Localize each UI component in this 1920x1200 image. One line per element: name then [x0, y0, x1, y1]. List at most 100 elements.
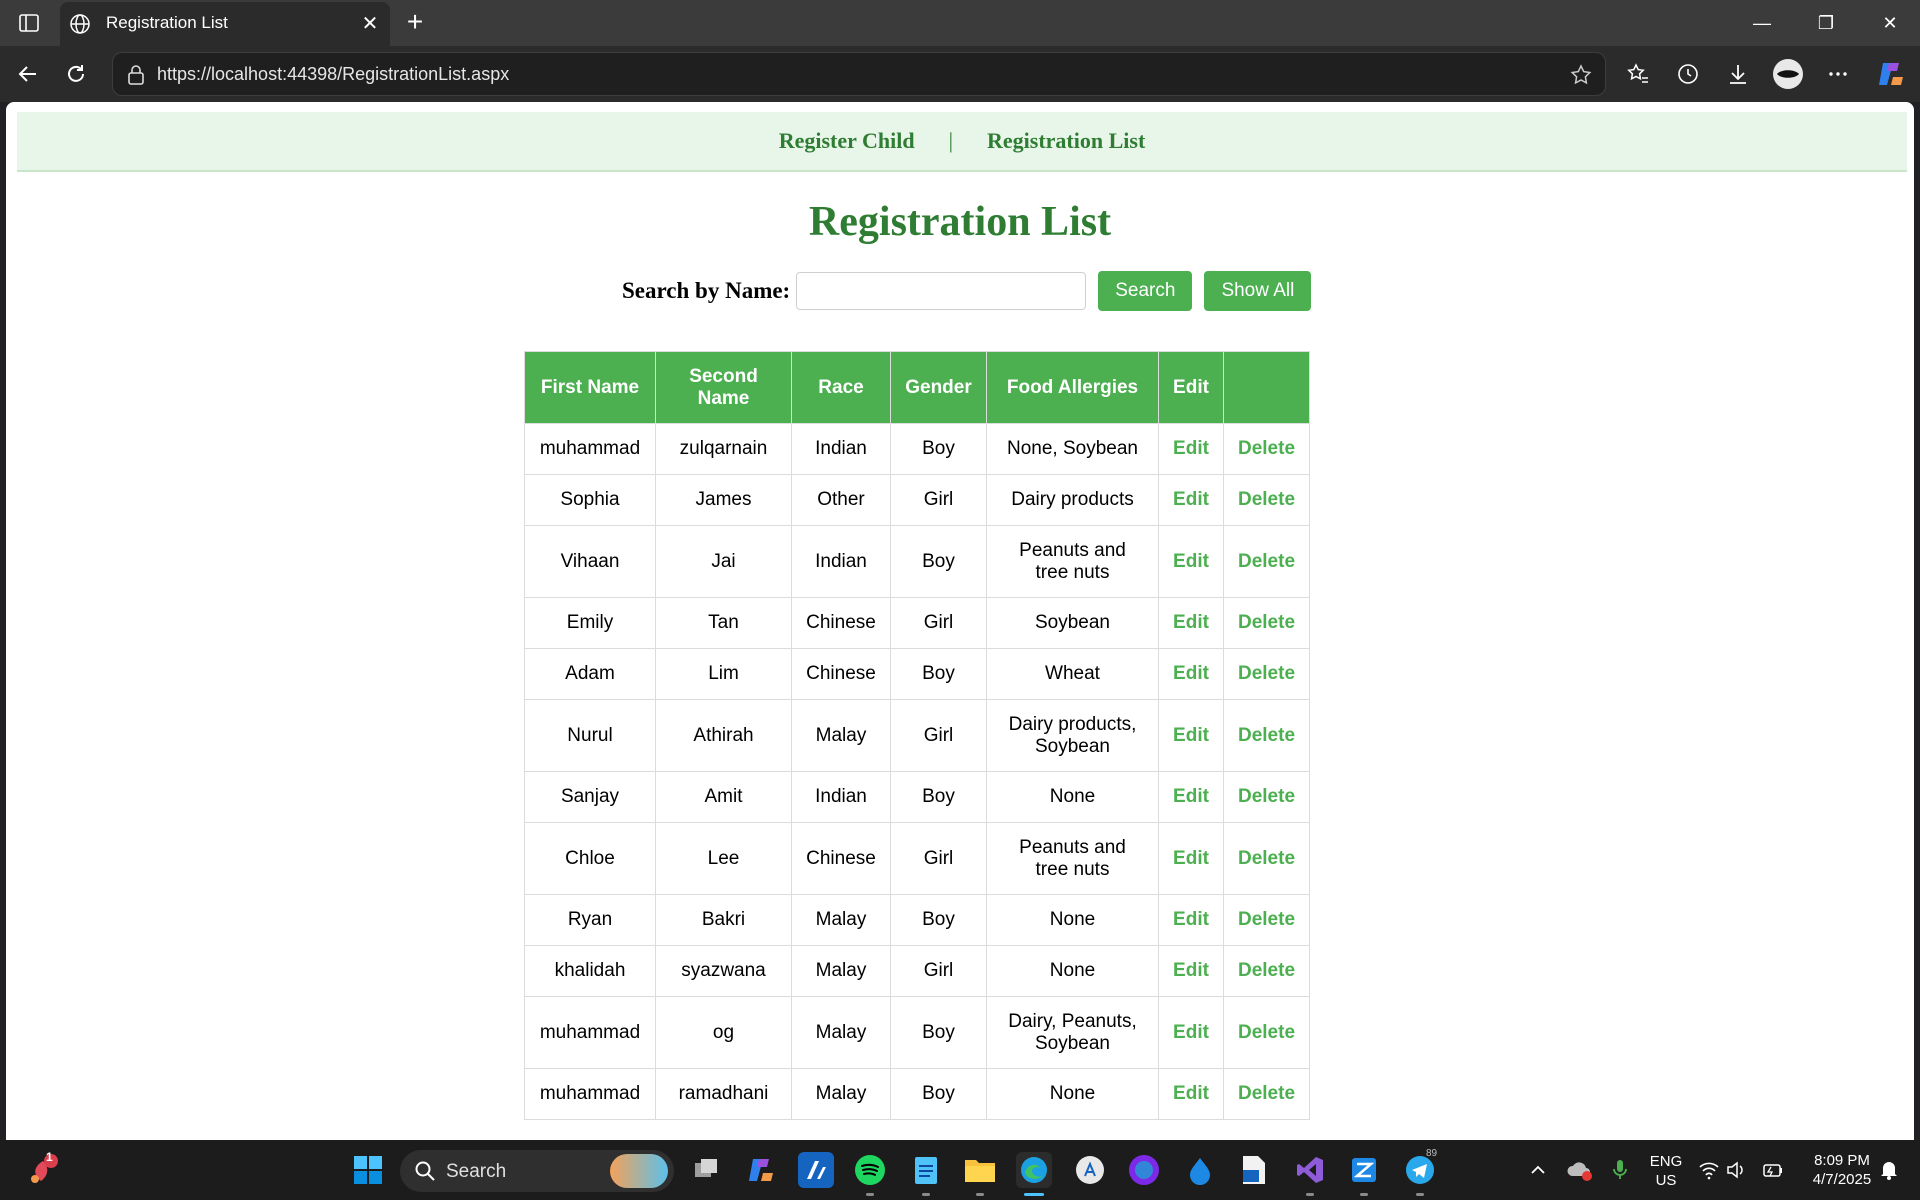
- cell-first-name: Adam: [524, 648, 656, 700]
- copilot-icon[interactable]: [1874, 58, 1906, 90]
- language-label: ENG: [1649, 1153, 1683, 1170]
- address-bar[interactable]: https://localhost:44398/RegistrationList…: [112, 52, 1606, 96]
- onedrive-icon[interactable]: [1562, 1152, 1598, 1188]
- edge-browser-icon[interactable]: [1016, 1152, 1052, 1188]
- close-tab-icon[interactable]: ✕: [358, 12, 382, 36]
- running-indicator: [922, 1193, 930, 1196]
- document-app-icon[interactable]: [1236, 1152, 1272, 1188]
- notification-bell-icon[interactable]: [1876, 1152, 1902, 1188]
- profile-avatar[interactable]: [1772, 58, 1804, 90]
- region-label: US: [1655, 1172, 1677, 1189]
- back-arrow-icon[interactable]: [12, 58, 44, 90]
- telegram-icon[interactable]: 89: [1402, 1148, 1438, 1188]
- edit-link[interactable]: Edit: [1158, 423, 1224, 475]
- edit-link[interactable]: Edit: [1158, 894, 1224, 946]
- search-button[interactable]: Search: [1098, 271, 1193, 311]
- cell-gender: Girl: [890, 822, 987, 895]
- cell-food-allergies: None: [986, 1068, 1159, 1120]
- delete-link[interactable]: Delete: [1223, 996, 1310, 1069]
- notification-badge: 1: [46, 1150, 53, 1164]
- edit-link[interactable]: Edit: [1158, 525, 1224, 598]
- downloads-icon[interactable]: [1722, 58, 1754, 90]
- app-store-icon[interactable]: [1072, 1152, 1108, 1188]
- water-drop-app-icon[interactable]: [1182, 1152, 1218, 1188]
- delete-link[interactable]: Delete: [1223, 423, 1310, 475]
- cell-gender: Boy: [890, 894, 987, 946]
- edit-link[interactable]: Edit: [1158, 597, 1224, 649]
- favorites-icon[interactable]: [1622, 58, 1654, 90]
- start-windows-icon[interactable]: [350, 1152, 386, 1188]
- cell-second-name: Tan: [655, 597, 792, 649]
- azure-app-icon[interactable]: [798, 1152, 834, 1188]
- edit-link[interactable]: Edit: [1158, 945, 1224, 997]
- cell-race: Chinese: [791, 648, 891, 700]
- cell-first-name: Vihaan: [524, 525, 656, 598]
- close-window-icon[interactable]: ✕: [1860, 6, 1920, 40]
- delete-link[interactable]: Delete: [1223, 474, 1310, 526]
- history-icon[interactable]: [1672, 58, 1704, 90]
- delete-link[interactable]: Delete: [1223, 525, 1310, 598]
- cell-food-allergies: Dairy, Peanuts, Soybean: [986, 996, 1159, 1069]
- battery-icon[interactable]: [1760, 1152, 1786, 1188]
- refresh-icon[interactable]: [60, 58, 92, 90]
- edit-link[interactable]: Edit: [1158, 771, 1224, 823]
- delete-link[interactable]: Delete: [1223, 648, 1310, 700]
- chevron-up-icon[interactable]: [1520, 1152, 1556, 1188]
- running-indicator: [1306, 1193, 1314, 1196]
- search-input[interactable]: [796, 272, 1087, 310]
- nav-registration-list[interactable]: Registration List: [987, 128, 1145, 154]
- cell-gender: Boy: [890, 1068, 987, 1120]
- show-all-button[interactable]: Show All: [1204, 271, 1312, 311]
- cell-second-name: zulqarnain: [655, 423, 792, 475]
- edit-link[interactable]: Edit: [1158, 822, 1224, 895]
- nav-register-child[interactable]: Register Child: [779, 128, 915, 154]
- delete-link[interactable]: Delete: [1223, 771, 1310, 823]
- cell-race: Chinese: [791, 822, 891, 895]
- delete-link[interactable]: Delete: [1223, 597, 1310, 649]
- tab-actions-icon[interactable]: [14, 10, 44, 36]
- edit-link[interactable]: Edit: [1158, 648, 1224, 700]
- header-second-name: Second Name: [655, 351, 792, 424]
- cell-race: Malay: [791, 1068, 891, 1120]
- edit-link[interactable]: Edit: [1158, 996, 1224, 1069]
- cell-second-name: ramadhani: [655, 1068, 792, 1120]
- wifi-icon[interactable]: [1696, 1152, 1722, 1188]
- microphone-icon[interactable]: [1602, 1152, 1638, 1188]
- edit-link[interactable]: Edit: [1158, 699, 1224, 772]
- cell-gender: Girl: [890, 699, 987, 772]
- edit-link[interactable]: Edit: [1158, 474, 1224, 526]
- cell-race: Malay: [791, 996, 891, 1069]
- minimize-icon[interactable]: —: [1732, 6, 1792, 40]
- copilot-app-icon[interactable]: [742, 1152, 778, 1188]
- favorite-star-icon[interactable]: [1569, 63, 1593, 87]
- edit-link[interactable]: Edit: [1158, 1068, 1224, 1120]
- visual-studio-icon[interactable]: [1292, 1152, 1328, 1188]
- file-explorer-icon[interactable]: [962, 1152, 998, 1188]
- delete-link[interactable]: Delete: [1223, 945, 1310, 997]
- delete-link[interactable]: Delete: [1223, 822, 1310, 895]
- cell-gender: Girl: [890, 474, 987, 526]
- lock-icon[interactable]: [125, 64, 147, 86]
- taskbar-search[interactable]: Search: [400, 1150, 674, 1192]
- restore-icon[interactable]: ❐: [1796, 6, 1856, 40]
- task-view-icon[interactable]: [688, 1152, 724, 1188]
- cell-first-name: Sanjay: [524, 771, 656, 823]
- more-options-icon[interactable]: [1822, 58, 1854, 90]
- volume-icon[interactable]: [1724, 1152, 1750, 1188]
- new-tab-icon[interactable]: +: [400, 8, 430, 38]
- header-actions: [1223, 351, 1310, 424]
- notepad-icon[interactable]: [908, 1152, 944, 1188]
- search-label: Search by Name:: [622, 278, 791, 303]
- cell-race: Other: [791, 474, 891, 526]
- language-indicator[interactable]: ENG US: [1640, 1152, 1692, 1190]
- table-row: muhammad og Malay Boy Dairy, Peanuts, Soybea…: [524, 996, 1310, 1069]
- table-row: Nurul Athirah Malay Girl Dairy products, Soy…: [524, 699, 1310, 772]
- widgets-icon[interactable]: 1: [24, 1150, 60, 1188]
- canva-icon[interactable]: [1126, 1152, 1162, 1188]
- spotify-icon[interactable]: [852, 1152, 888, 1188]
- browser-tab[interactable]: Registration List ✕: [60, 2, 390, 46]
- delete-link[interactable]: Delete: [1223, 894, 1310, 946]
- sql-app-icon[interactable]: [1346, 1152, 1382, 1188]
- delete-link[interactable]: Delete: [1223, 1068, 1310, 1120]
- delete-link[interactable]: Delete: [1223, 699, 1310, 772]
